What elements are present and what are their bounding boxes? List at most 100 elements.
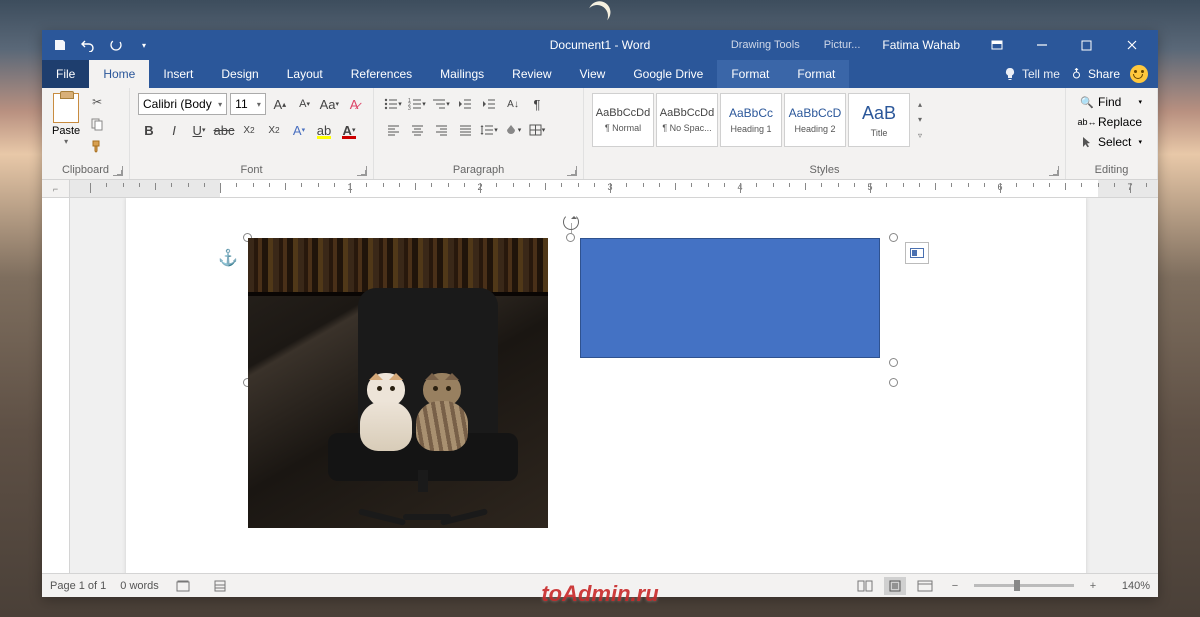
font-color-icon[interactable]: A▾ <box>338 119 360 141</box>
tab-design[interactable]: Design <box>207 60 272 88</box>
show-marks-icon[interactable]: ¶ <box>526 93 548 115</box>
styles-expand-icon[interactable]: ▿ <box>912 129 928 141</box>
change-case-icon[interactable]: Aa▾ <box>318 93 340 115</box>
clipboard-launcher-icon[interactable] <box>113 166 123 176</box>
zoom-slider-thumb[interactable] <box>1014 580 1020 591</box>
page-indicator[interactable]: Page 1 of 1 <box>50 580 106 592</box>
justify-icon[interactable] <box>454 119 476 141</box>
paragraph-launcher-icon[interactable] <box>567 166 577 176</box>
selected-group[interactable]: ⚓ <box>248 238 893 528</box>
page-viewport[interactable]: ⚓ <box>70 198 1158 573</box>
find-button[interactable]: 🔍 Find ▾ <box>1076 93 1146 111</box>
decrease-indent-icon[interactable] <box>454 93 476 115</box>
cut-icon[interactable]: ✂ <box>88 93 106 111</box>
feedback-smiley-icon[interactable] <box>1130 65 1148 83</box>
grow-font-icon[interactable]: A▴ <box>269 93 291 115</box>
maximize-icon[interactable] <box>1064 30 1109 60</box>
sort-icon[interactable]: A↓ <box>502 93 524 115</box>
tab-view[interactable]: View <box>566 60 620 88</box>
inserted-picture[interactable] <box>248 238 548 528</box>
tab-mailings[interactable]: Mailings <box>426 60 498 88</box>
style-heading-1[interactable]: AaBbCcHeading 1 <box>720 93 782 147</box>
spelling-icon[interactable] <box>173 577 195 595</box>
tab-file[interactable]: File <box>42 60 89 88</box>
superscript-button[interactable]: X2 <box>263 119 285 141</box>
word-count[interactable]: 0 words <box>120 580 159 592</box>
replace-button[interactable]: ab↔ Replace <box>1076 113 1146 131</box>
close-icon[interactable] <box>1109 30 1154 60</box>
user-name[interactable]: Fatima Wahab <box>876 38 966 52</box>
bold-button[interactable]: B <box>138 119 160 141</box>
read-mode-icon[interactable] <box>854 577 876 595</box>
share-button[interactable]: Share <box>1070 67 1120 81</box>
underline-button[interactable]: U▾ <box>188 119 210 141</box>
subscript-button[interactable]: X2 <box>238 119 260 141</box>
vertical-ruler[interactable] <box>42 198 70 573</box>
paragraph-group-label: Paragraph <box>453 164 504 176</box>
resize-handle-e[interactable] <box>889 378 898 387</box>
zoom-out-icon[interactable]: − <box>944 577 966 595</box>
align-left-icon[interactable] <box>382 119 404 141</box>
align-center-icon[interactable] <box>406 119 428 141</box>
font-size-combo[interactable]: 11 ▾ <box>230 93 266 115</box>
tab-layout[interactable]: Layout <box>273 60 337 88</box>
tab-references[interactable]: References <box>337 60 426 88</box>
undo-icon[interactable] <box>80 37 96 53</box>
redo-icon[interactable] <box>108 37 124 53</box>
tab-review[interactable]: Review <box>498 60 565 88</box>
rotate-handle-icon[interactable] <box>563 214 579 230</box>
tab-google-drive[interactable]: Google Drive <box>619 60 717 88</box>
font-name-combo[interactable]: Calibri (Body ▾ <box>138 93 227 115</box>
qat-customize-icon[interactable]: ▾ <box>136 37 152 53</box>
zoom-level[interactable]: 140% <box>1112 580 1150 592</box>
styles-launcher-icon[interactable] <box>1049 166 1059 176</box>
bullets-icon[interactable]: ▾ <box>382 93 404 115</box>
resize-handle-e2[interactable] <box>889 358 898 367</box>
format-painter-icon[interactable] <box>88 137 106 155</box>
font-launcher-icon[interactable] <box>357 166 367 176</box>
print-layout-icon[interactable] <box>884 577 906 595</box>
rectangle-shape[interactable] <box>580 238 880 358</box>
resize-handle-ne[interactable] <box>889 233 898 242</box>
italic-button[interactable]: I <box>163 119 185 141</box>
ruler-corner[interactable]: ⌐ <box>42 180 70 198</box>
style-title[interactable]: AaBTitle <box>848 93 910 147</box>
text-effects-icon[interactable]: A▾ <box>288 119 310 141</box>
line-spacing-icon[interactable]: ▾ <box>478 119 500 141</box>
borders-icon[interactable]: ▾ <box>526 119 548 141</box>
style-no-spacing[interactable]: AaBbCcDd¶ No Spac... <box>656 93 718 147</box>
tell-me-search[interactable]: Tell me <box>1004 67 1060 81</box>
horizontal-ruler[interactable]: 1234567 <box>70 180 1158 198</box>
shading-icon[interactable]: ▾ <box>502 119 524 141</box>
resize-handle-n[interactable] <box>566 233 575 242</box>
tab-insert[interactable]: Insert <box>149 60 207 88</box>
zoom-in-icon[interactable]: + <box>1082 577 1104 595</box>
styles-scroll-up-icon[interactable]: ▴ <box>912 99 928 111</box>
numbering-icon[interactable]: 123▾ <box>406 93 428 115</box>
document-page[interactable]: ⚓ <box>126 198 1086 573</box>
web-layout-icon[interactable] <box>914 577 936 595</box>
multilevel-list-icon[interactable]: ▾ <box>430 93 452 115</box>
ribbon-display-options-icon[interactable] <box>974 30 1019 60</box>
clear-formatting-icon[interactable]: A̷ <box>343 93 365 115</box>
shrink-font-icon[interactable]: A▾ <box>294 93 316 115</box>
styles-group-label: Styles <box>810 164 840 176</box>
tab-format-drawing[interactable]: Format <box>717 60 783 88</box>
tab-format-picture[interactable]: Format <box>783 60 849 88</box>
strikethrough-button[interactable]: abc <box>213 119 235 141</box>
highlight-color-icon[interactable]: ab <box>313 119 335 141</box>
layout-options-icon[interactable] <box>905 242 929 264</box>
select-button[interactable]: Select ▾ <box>1076 133 1146 151</box>
save-icon[interactable] <box>52 37 68 53</box>
increase-indent-icon[interactable] <box>478 93 500 115</box>
minimize-icon[interactable] <box>1019 30 1064 60</box>
style-heading-2[interactable]: AaBbCcDHeading 2 <box>784 93 846 147</box>
align-right-icon[interactable] <box>430 119 452 141</box>
tab-home[interactable]: Home <box>89 60 149 88</box>
styles-scroll-down-icon[interactable]: ▾ <box>912 114 928 126</box>
zoom-slider[interactable] <box>974 584 1074 587</box>
macro-icon[interactable] <box>209 577 231 595</box>
copy-icon[interactable] <box>88 115 106 133</box>
paste-button[interactable]: Paste ▾ <box>48 91 84 148</box>
style-normal[interactable]: AaBbCcDd¶ Normal <box>592 93 654 147</box>
